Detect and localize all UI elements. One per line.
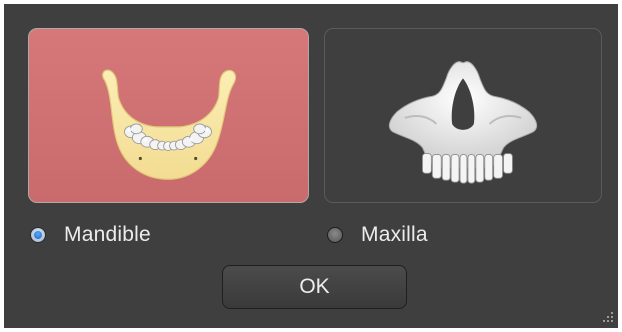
- mandible-radio[interactable]: Mandible: [30, 222, 151, 248]
- maxilla-radio[interactable]: Maxilla: [327, 222, 428, 248]
- maxilla-option-card[interactable]: [324, 28, 602, 203]
- mandible-radio-label: Mandible: [64, 223, 151, 246]
- mandible-option-card[interactable]: [28, 28, 309, 203]
- mandible-jaw-icon: [102, 69, 237, 180]
- jaw-selection-dialog: Mandible Maxilla OK: [4, 4, 618, 328]
- size-grip-icon[interactable]: [600, 310, 616, 326]
- ok-button[interactable]: OK: [222, 265, 407, 309]
- radio-checked-icon[interactable]: [30, 227, 46, 243]
- radio-unchecked-icon[interactable]: [327, 227, 343, 243]
- maxilla-skull-icon: [388, 61, 538, 184]
- maxilla-radio-label: Maxilla: [361, 223, 428, 246]
